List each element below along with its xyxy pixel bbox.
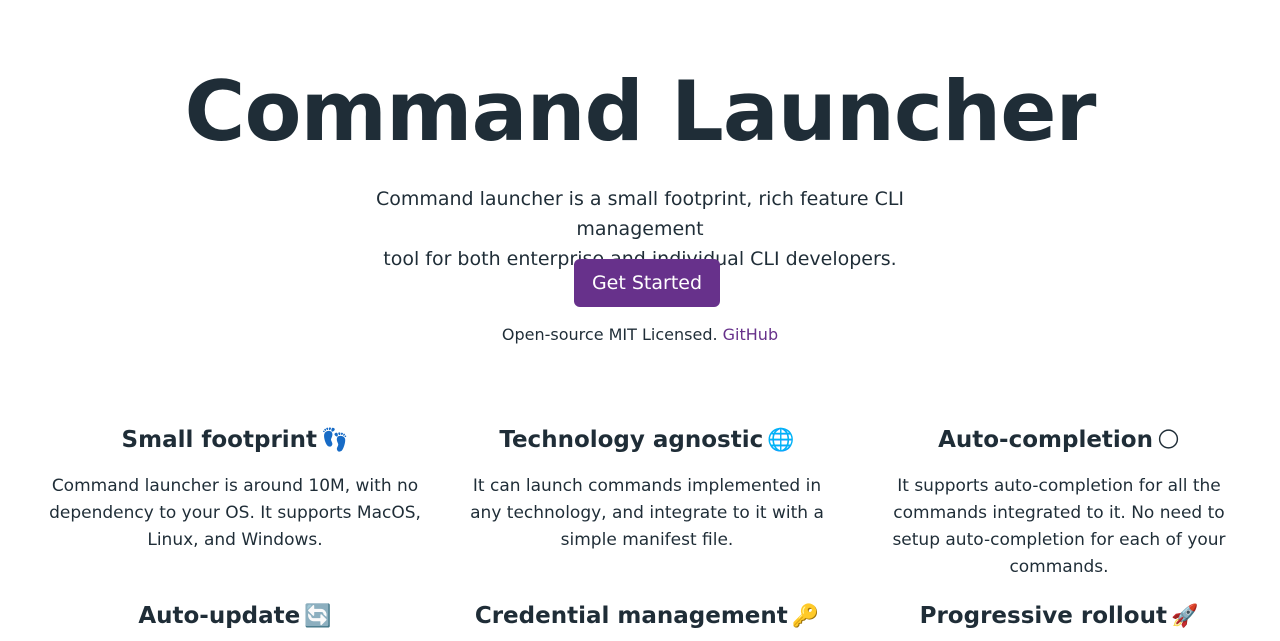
github-link[interactable]: GitHub xyxy=(723,325,778,344)
feature-progressive-rollout: Progressive rollout 🚀 xyxy=(869,600,1249,633)
feature-description: It supports auto-completion for all the … xyxy=(892,476,1226,577)
page-title: Command Launcher xyxy=(184,63,1097,160)
globe-icon: 🌐 xyxy=(767,428,795,453)
hero-subtitle-line-1: Command launcher is a small footprint, r… xyxy=(375,188,905,240)
feature-title-text: Auto-update xyxy=(138,603,301,629)
rocket-icon: 🚀 xyxy=(1170,604,1199,629)
license-text: Open-source MIT Licensed. xyxy=(501,325,718,344)
get-started-button[interactable]: Get Started xyxy=(574,259,720,307)
feature-credential-management: Credential management 🔑 xyxy=(457,600,837,633)
refresh-icon: 🔄 xyxy=(304,604,332,629)
landing-page: Command Launcher Command launcher is a s… xyxy=(0,0,1280,641)
feature-technology-agnostic: Technology agnostic 🌐 It can launch comma… xyxy=(457,424,837,554)
feature-title: Auto-completion 🌕 xyxy=(869,424,1249,457)
full-moon-icon: 🌕 xyxy=(1156,428,1180,453)
feature-title: Credential management 🔑 xyxy=(457,600,837,633)
feature-description: It can launch commands implemented in an… xyxy=(470,476,824,550)
feature-title-text: Small footprint xyxy=(121,427,318,453)
license-line: Open-source MIT Licensed. GitHub xyxy=(0,324,1280,346)
feature-title: Technology agnostic 🌐 xyxy=(457,424,837,457)
feature-auto-completion: Auto-completion 🌕 It supports auto-comple… xyxy=(869,424,1249,581)
feature-title-text: Credential management xyxy=(474,603,788,629)
feature-title: Auto-update 🔄 xyxy=(45,600,425,633)
feature-title: Progressive rollout 🚀 xyxy=(869,600,1249,633)
feature-title: Small footprint 👣 xyxy=(45,424,425,457)
feature-small-footprint: Small footprint 👣 Command launcher is aro… xyxy=(45,424,425,554)
feature-title-text: Technology agnostic xyxy=(499,427,764,453)
footprints-icon: 👣 xyxy=(321,428,349,453)
key-icon: 🔑 xyxy=(791,604,820,629)
feature-description: Command launcher is around 10M, with no … xyxy=(49,476,421,550)
feature-title-text: Auto-completion xyxy=(938,427,1153,453)
feature-title-text: Progressive rollout xyxy=(919,603,1167,629)
feature-auto-update: Auto-update 🔄 xyxy=(45,600,425,633)
